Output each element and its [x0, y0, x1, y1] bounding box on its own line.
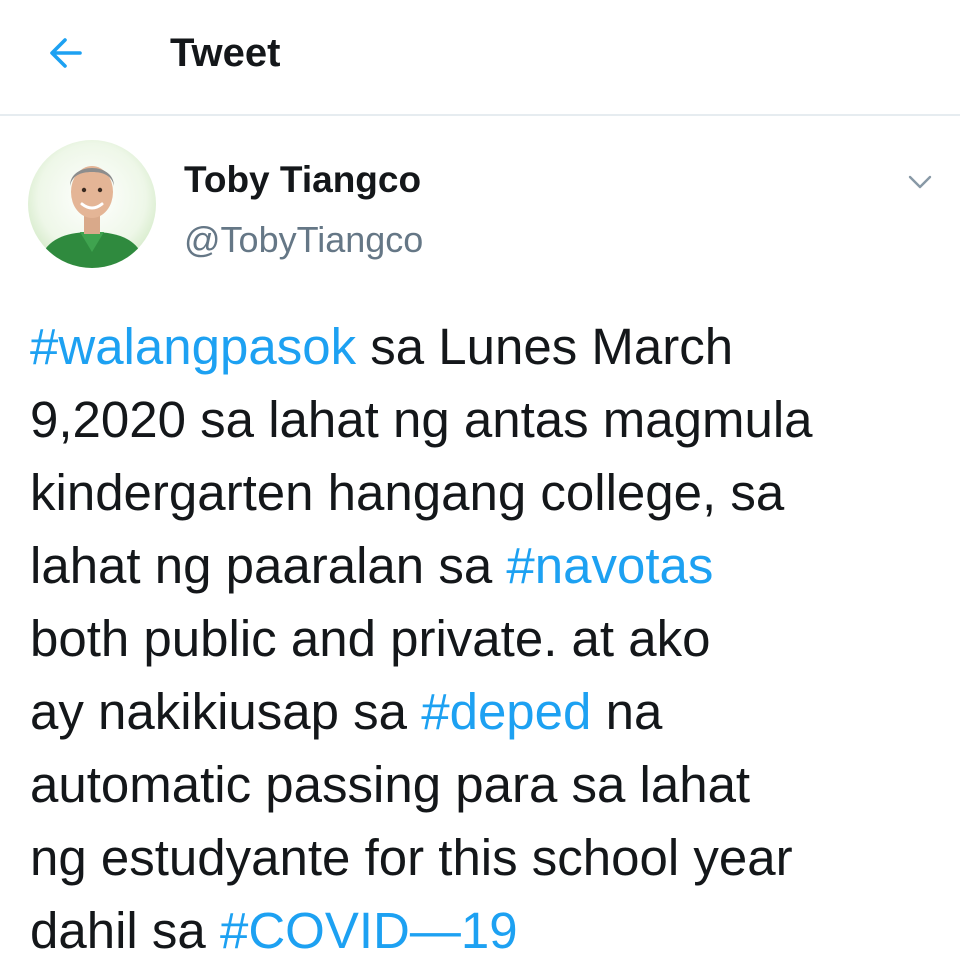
- author-name[interactable]: Toby Tiangco: [184, 156, 421, 204]
- arrow-left-icon: [50, 38, 82, 68]
- tweet-line: 9,2020 sa lahat ng antas magmula: [30, 383, 950, 456]
- top-bar: Tweet: [0, 0, 960, 116]
- tweet-line: kindergarten hangang college, sa: [30, 456, 950, 529]
- hashtag-link[interactable]: #walangpasok: [30, 318, 356, 375]
- tweet-text-segment: ng estudyante for this school year: [30, 829, 793, 886]
- tweet-menu-button[interactable]: [900, 164, 940, 200]
- tweet-line: #walangpasok sa Lunes March: [30, 310, 950, 383]
- tweet-line: lahat ng paaralan sa #navotas: [30, 529, 950, 602]
- profile-photo: [28, 140, 156, 268]
- tweet-text-segment: sa Lunes March: [356, 318, 734, 375]
- tweet-text-segment: lahat ng paaralan sa: [30, 537, 507, 594]
- tweet-text-segment: 9,2020 sa lahat ng antas magmula: [30, 391, 813, 448]
- avatar[interactable]: [28, 140, 156, 268]
- hashtag-link[interactable]: #COVID—19: [220, 902, 518, 959]
- tweet-line: dahil sa #COVID—19: [30, 894, 950, 960]
- tweet-line: ng estudyante for this school year: [30, 821, 950, 894]
- tweet-text-segment: automatic passing para sa lahat: [30, 756, 751, 813]
- tweet-line: automatic passing para sa lahat: [30, 748, 950, 821]
- tweet-text-segment: both public and private. at ako: [30, 610, 711, 667]
- tweet-line: both public and private. at ako: [30, 602, 950, 675]
- tweet-detail-screen: Tweet Toby Tiangco @TobyTiangco #walangp…: [0, 0, 960, 960]
- tweet-text-segment: na: [591, 683, 663, 740]
- tweet-line: ay nakikiusap sa #deped na: [30, 675, 950, 748]
- page-title: Tweet: [170, 31, 281, 75]
- author-handle: @TobyTiangco: [184, 219, 424, 260]
- tweet-text-segment: dahil sa: [30, 902, 220, 959]
- hashtag-link[interactable]: #deped: [421, 683, 591, 740]
- back-button[interactable]: [38, 28, 94, 78]
- tweet-text-segment: kindergarten hangang college, sa: [30, 464, 785, 521]
- tweet-text-segment: ay nakikiusap sa: [30, 683, 422, 740]
- chevron-down-icon: [908, 175, 932, 189]
- hashtag-link[interactable]: #navotas: [506, 537, 713, 594]
- tweet-text: #walangpasok sa Lunes March 9,2020 sa lah…: [30, 310, 950, 960]
